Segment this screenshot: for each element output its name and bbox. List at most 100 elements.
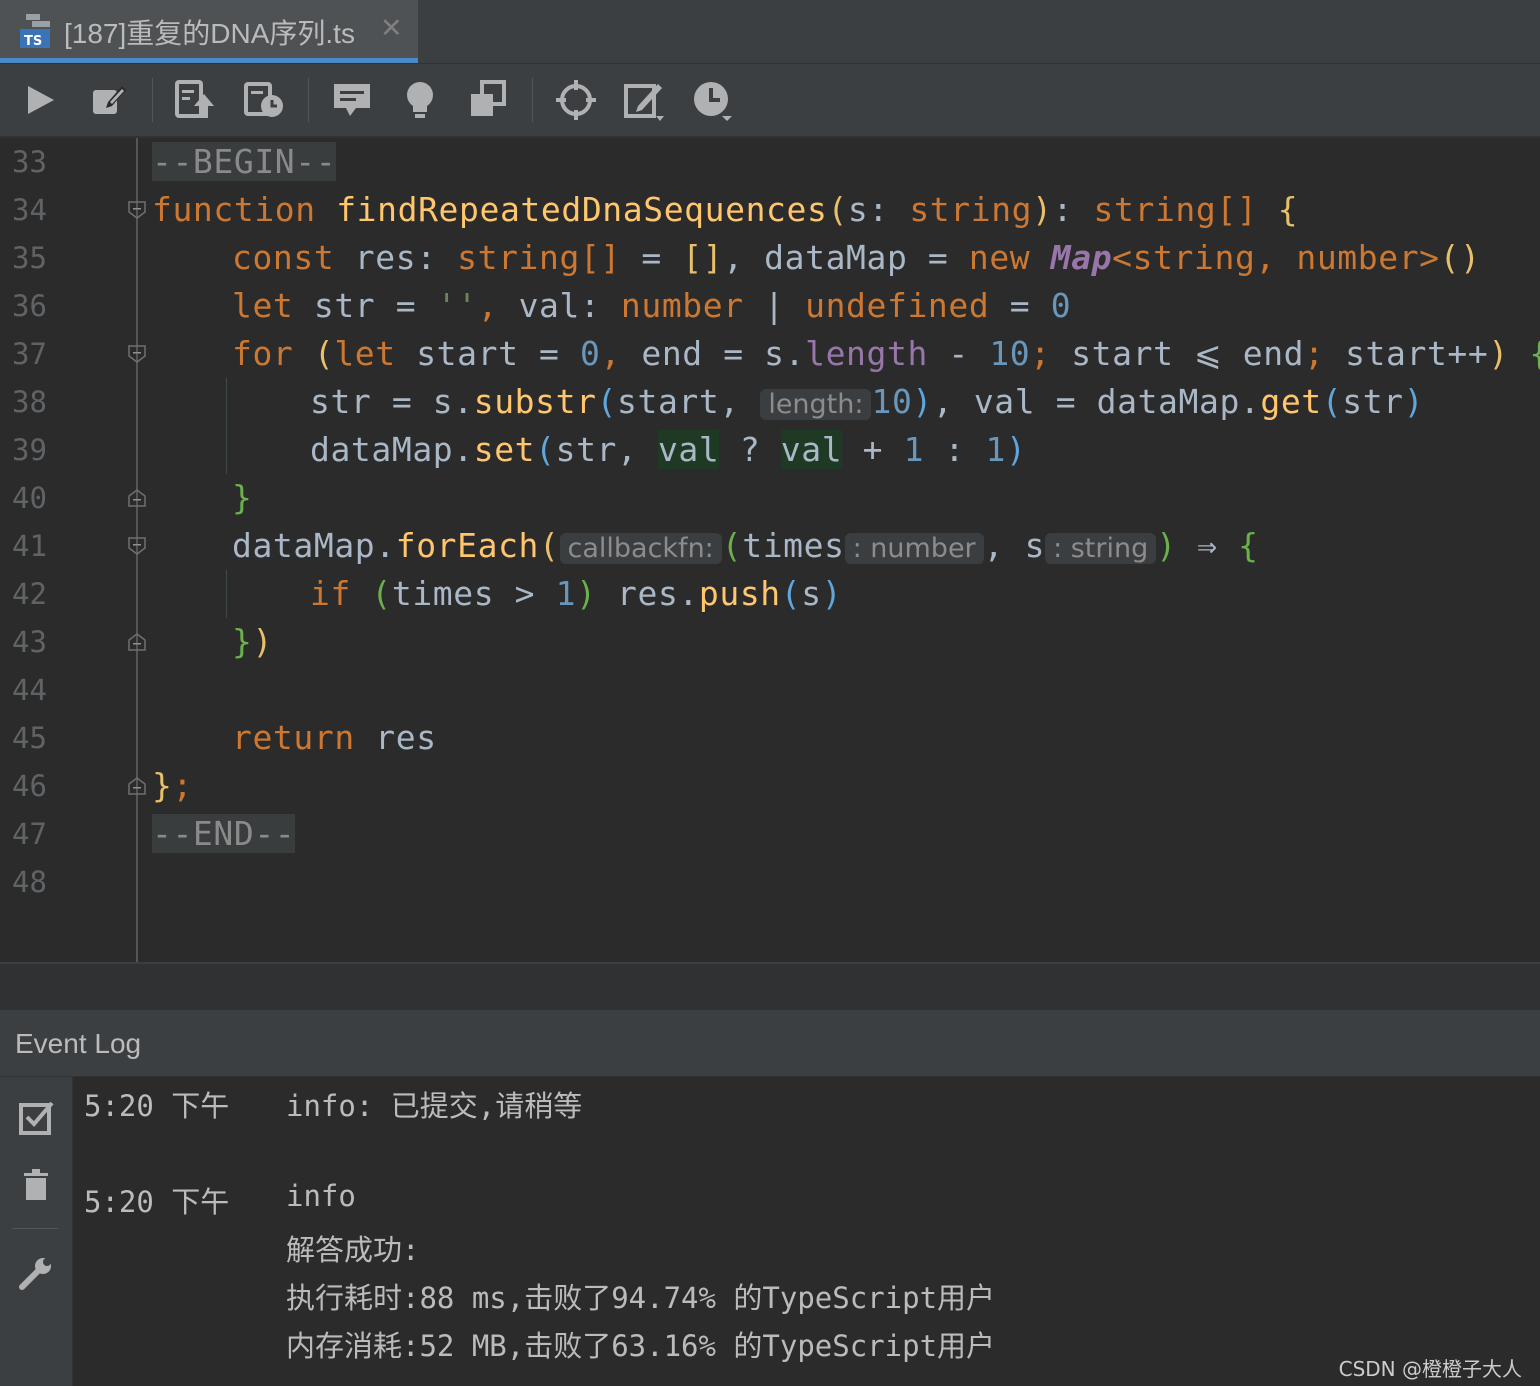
paren: ( bbox=[539, 526, 560, 565]
code-text: = bbox=[989, 286, 1051, 325]
fold-open-icon[interactable] bbox=[127, 344, 147, 364]
submission-history-button[interactable] bbox=[242, 78, 286, 122]
note-button[interactable] bbox=[622, 78, 666, 122]
locate-button[interactable] bbox=[554, 78, 598, 122]
code-editor[interactable]: 33 34 35 36 37 38 39 40 41 42 43 44 45 4… bbox=[0, 138, 1540, 962]
locate-icon bbox=[556, 80, 596, 120]
code-text: res: bbox=[334, 238, 458, 277]
paren: ) bbox=[576, 574, 597, 613]
line-number: 47 bbox=[12, 817, 47, 851]
code-line: } bbox=[232, 474, 252, 522]
number: 0 bbox=[1050, 286, 1072, 325]
brace: { bbox=[1277, 190, 1299, 229]
watermark: CSDN @橙橙子大人 bbox=[1338, 1357, 1522, 1381]
line-number: 42 bbox=[12, 577, 47, 611]
code-text: res bbox=[354, 718, 437, 757]
hint-icon bbox=[407, 82, 433, 118]
note-icon bbox=[624, 84, 664, 121]
toolbar-separator bbox=[532, 78, 533, 122]
code-text: : bbox=[924, 430, 986, 469]
mark-all-read-icon[interactable] bbox=[16, 1097, 56, 1137]
run-button[interactable] bbox=[18, 78, 62, 122]
paren: ) bbox=[1156, 526, 1177, 565]
paren: ( bbox=[1321, 382, 1343, 421]
event-log-body: 5:20 下午 info: 已提交,请稍等 5:20 下午 info 解答成功:… bbox=[73, 1077, 1540, 1386]
number: 1 bbox=[985, 430, 1006, 469]
line-number: 40 bbox=[12, 481, 47, 515]
trash-icon[interactable] bbox=[16, 1165, 56, 1205]
code-line: dataMap.set(str, val ? val + 1 : 1) bbox=[310, 426, 1026, 474]
settings-wrench-icon[interactable] bbox=[16, 1253, 56, 1293]
fold-close-icon[interactable] bbox=[127, 776, 147, 796]
event-log-title: Event Log bbox=[15, 1028, 142, 1059]
fold-close-icon[interactable] bbox=[127, 632, 147, 652]
indent-guide bbox=[226, 378, 227, 474]
event-log-header: Event Log bbox=[0, 1010, 1540, 1077]
editor-tab[interactable]: TS [187]重复的DNA序列.ts ✕ bbox=[0, 0, 418, 63]
type: string[] bbox=[1093, 190, 1258, 229]
log-message: info bbox=[286, 1179, 356, 1213]
close-icon[interactable]: ✕ bbox=[380, 13, 403, 44]
code-text: str bbox=[1342, 382, 1404, 421]
fold-open-icon[interactable] bbox=[127, 200, 147, 220]
submit-button[interactable] bbox=[172, 78, 216, 122]
paren: ( bbox=[596, 382, 618, 421]
function-name: findRepeatedDnaSequences bbox=[336, 190, 828, 229]
log-message: 内存消耗:52 MB,击败了63.16% 的TypeScript用户 bbox=[286, 1329, 996, 1363]
code-text: val: bbox=[518, 286, 621, 325]
param: s bbox=[847, 190, 869, 229]
number: 1 bbox=[903, 430, 925, 469]
event-log-sidebar bbox=[0, 1077, 73, 1386]
begin-marker: --BEGIN-- bbox=[152, 142, 337, 181]
code-line: --BEGIN-- bbox=[152, 138, 337, 186]
toolbar-separator bbox=[308, 78, 309, 122]
copy-button[interactable] bbox=[466, 78, 510, 122]
log-message: 解答成功: bbox=[286, 1233, 420, 1267]
brace: } bbox=[152, 766, 173, 805]
code-text: res. bbox=[596, 574, 699, 613]
panel-splitter[interactable] bbox=[0, 962, 1540, 1012]
timer-button[interactable] bbox=[690, 78, 734, 122]
edit-button[interactable] bbox=[86, 78, 130, 122]
comments-button[interactable] bbox=[330, 78, 374, 122]
fold-close-icon[interactable] bbox=[127, 488, 147, 508]
paren: ( bbox=[780, 574, 802, 613]
line-number: 33 bbox=[12, 145, 47, 179]
code-text: end = s. bbox=[641, 334, 806, 373]
brackets: [] bbox=[682, 238, 724, 277]
line-number: 35 bbox=[12, 241, 47, 275]
parameter-hint: length: bbox=[760, 389, 872, 420]
highlighted-identifier: val bbox=[657, 430, 720, 469]
paren: ( bbox=[313, 334, 335, 373]
line-number: 41 bbox=[12, 529, 47, 563]
tab-title: [187]重复的DNA序列.ts bbox=[64, 18, 355, 49]
number: 1 bbox=[555, 574, 577, 613]
number: 10 bbox=[871, 382, 913, 421]
method-name: set bbox=[473, 430, 536, 469]
class-name: Map bbox=[1050, 238, 1113, 277]
param: times bbox=[742, 526, 845, 565]
fold-open-icon[interactable] bbox=[127, 536, 147, 556]
comma: , bbox=[477, 286, 519, 325]
keyword: function bbox=[152, 190, 316, 229]
line-number: 39 bbox=[12, 433, 47, 467]
colon: : bbox=[1052, 190, 1094, 229]
paren: ( bbox=[827, 190, 848, 229]
arrow: ⇒ bbox=[1176, 526, 1239, 565]
number: 10 bbox=[989, 334, 1031, 373]
code-text: str, bbox=[555, 430, 658, 469]
method-name: get bbox=[1260, 382, 1322, 421]
log-message: 执行耗时:88 ms,击败了94.74% 的TypeScript用户 bbox=[286, 1281, 996, 1315]
solution-button[interactable] bbox=[398, 78, 442, 122]
line-number: 36 bbox=[12, 289, 47, 323]
paren: ) bbox=[1032, 190, 1053, 229]
code-text: , s bbox=[983, 526, 1046, 565]
keyword: const bbox=[232, 238, 335, 277]
semicolon: ; bbox=[1030, 334, 1072, 373]
sidebar-separator bbox=[12, 1228, 58, 1229]
line-number: 48 bbox=[12, 865, 47, 899]
